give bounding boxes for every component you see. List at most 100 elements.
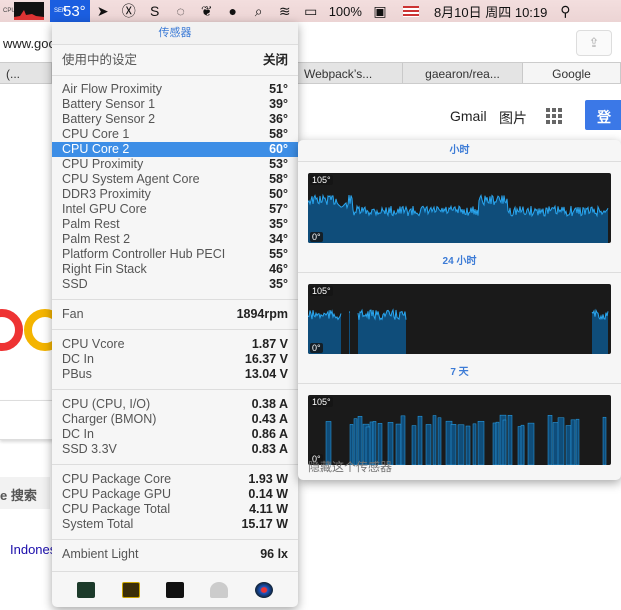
sensor-name: SSD xyxy=(62,277,88,291)
sensor-value: 0.86 A xyxy=(251,427,288,441)
search-box[interactable] xyxy=(0,400,60,440)
sensor-row[interactable]: Palm Rest 2 34° xyxy=(52,232,298,247)
sensor-value: 1.93 W xyxy=(248,472,288,486)
battery-icon[interactable]: ▣ xyxy=(372,3,388,19)
sensor-row[interactable]: CPU Proximity 53° xyxy=(52,157,298,172)
chat-icon[interactable]: ◌ xyxy=(173,3,189,19)
sensor-row[interactable]: SSD 35° xyxy=(52,277,298,292)
sensor-value: 0.43 A xyxy=(251,412,288,426)
sensor-name: Fan xyxy=(62,307,84,321)
hide-sensor-button[interactable]: 隐藏这个传感器 xyxy=(308,458,392,475)
wifi-icon[interactable]: ≋ xyxy=(277,3,293,19)
airplay-icon[interactable]: ▭ xyxy=(303,3,319,19)
sensor-row[interactable]: Battery Sensor 2 36° xyxy=(52,112,298,127)
language-link[interactable]: Indones xyxy=(10,542,56,557)
sensor-row[interactable]: System Total 15.17 W xyxy=(52,517,298,532)
login-button[interactable]: 登录 xyxy=(585,100,621,145)
graph-bar xyxy=(450,424,457,465)
tab[interactable]: Webpack’s... xyxy=(298,63,403,83)
arrow-icon[interactable]: ➤ xyxy=(95,3,111,19)
sensor-row[interactable]: Right Fin Stack 46° xyxy=(52,262,298,277)
search-doc-icon[interactable]: ⌕ xyxy=(251,3,267,19)
sensor-row[interactable]: DC In 16.37 V xyxy=(52,352,298,367)
graph-bar xyxy=(495,421,500,465)
sensor-row[interactable]: DDR3 Proximity 50° xyxy=(52,187,298,202)
graph-bar xyxy=(492,422,497,465)
graph-bar xyxy=(411,425,417,465)
sensor-row[interactable]: CPU System Agent Core 58° xyxy=(52,172,298,187)
tab-active[interactable]: Google xyxy=(523,63,621,83)
temperature-graph: 105° 0° xyxy=(308,173,611,243)
sensor-row[interactable]: CPU Package Total 4.11 W xyxy=(52,502,298,517)
activity-monitor-icon[interactable] xyxy=(77,581,96,598)
sensor-row[interactable]: Fan 1894rpm xyxy=(52,307,298,322)
graph-bar xyxy=(502,419,507,465)
sensor-row[interactable]: CPU Package Core 1.93 W xyxy=(52,472,298,487)
gmail-link[interactable]: Gmail xyxy=(450,108,487,124)
flag-us-icon[interactable] xyxy=(402,5,419,17)
graph-title: 7 天 xyxy=(298,362,621,384)
google-logo xyxy=(0,309,60,351)
footer-toolbar xyxy=(52,571,298,607)
sensor-row[interactable]: Platform Controller Hub PECI 55° xyxy=(52,247,298,262)
sensor-row[interactable]: DC In 0.86 A xyxy=(52,427,298,442)
sensor-row[interactable]: Air Flow Proximity 51° xyxy=(52,82,298,97)
sensor-row[interactable]: SSD 3.3V 0.83 A xyxy=(52,442,298,457)
terminal-icon[interactable] xyxy=(165,581,184,598)
spotlight-icon[interactable]: ⚲ xyxy=(557,3,573,19)
sensor-row[interactable]: Battery Sensor 1 39° xyxy=(52,97,298,112)
sensor-name: Battery Sensor 2 xyxy=(62,112,156,126)
s-icon[interactable]: S xyxy=(147,3,163,19)
graph-bar xyxy=(575,418,580,465)
light-list: Ambient Light 96 lx xyxy=(52,547,298,562)
graph-max-label: 105° xyxy=(310,175,333,185)
sensor-name: CPU (CPU, I/O) xyxy=(62,397,151,411)
cpu-graph[interactable] xyxy=(14,2,44,20)
sensor-row[interactable]: CPU Package GPU 0.14 W xyxy=(52,487,298,502)
sensor-row[interactable]: Charger (BMON) 0.43 A xyxy=(52,412,298,427)
graph-area xyxy=(308,195,608,243)
sensor-row[interactable]: Palm Rest 35° xyxy=(52,217,298,232)
graph-bar xyxy=(425,424,432,465)
graph-svg xyxy=(308,308,609,354)
sensor-row[interactable]: CPU Core 1 58° xyxy=(52,127,298,142)
sensor-value: 16.37 V xyxy=(244,352,288,366)
wrench-icon[interactable]: Ⓧ xyxy=(121,3,137,19)
sensor-row[interactable]: CPU Vcore 1.87 V xyxy=(52,337,298,352)
sensor-name: DC In xyxy=(62,427,94,441)
sensor-value: 39° xyxy=(269,97,288,111)
sensor-menu-item[interactable]: SEN 53° xyxy=(50,0,90,22)
sensor-value: 0.14 W xyxy=(248,487,288,501)
tab[interactable]: (... xyxy=(0,63,52,83)
sensor-name: Air Flow Proximity xyxy=(62,82,163,96)
sensor-row[interactable]: CPU Core 2 60° xyxy=(52,142,298,157)
battery-percent[interactable]: 100% xyxy=(324,0,367,22)
istat-icon[interactable] xyxy=(254,581,273,598)
clock[interactable]: 8月10日 周四 10:19 xyxy=(429,0,552,22)
sensor-row[interactable]: CPU (CPU, I/O) 0.38 A xyxy=(52,397,298,412)
evernote-icon[interactable]: ❦ xyxy=(199,3,215,19)
sensor-name: CPU Package GPU xyxy=(62,487,172,501)
sensor-value: 57° xyxy=(269,202,288,216)
graph-bar xyxy=(477,420,485,465)
setting-row[interactable]: 使用中的设定 关闭 xyxy=(52,50,298,70)
sensor-value: 35° xyxy=(269,217,288,231)
console-icon[interactable] xyxy=(121,581,140,598)
search-button[interactable]: e 搜索 xyxy=(0,477,50,509)
disk-utility-icon[interactable] xyxy=(210,581,229,598)
sensor-row[interactable]: PBus 13.04 V xyxy=(52,367,298,382)
graph-section: 7 天 105° 0° xyxy=(298,362,621,465)
graph-bar xyxy=(437,417,442,465)
sensor-value: 0.38 A xyxy=(251,397,288,411)
tab[interactable]: gaearon/rea... xyxy=(403,63,523,83)
sensor-row[interactable]: Ambient Light 96 lx xyxy=(52,547,298,562)
images-link[interactable]: 图片 xyxy=(499,108,527,128)
sensor-name: DC In xyxy=(62,352,94,366)
graph-title: 小时 xyxy=(298,140,621,162)
voltage-list: CPU Vcore 1.87 V DC In 16.37 V PBus 13.04 V xyxy=(52,337,298,382)
sensor-row[interactable]: Intel GPU Core 57° xyxy=(52,202,298,217)
graph-min-label: 0° xyxy=(310,232,323,242)
wechat-icon[interactable]: ● xyxy=(225,3,241,19)
apps-grid-icon[interactable] xyxy=(546,108,562,124)
share-button[interactable]: ⇪ xyxy=(576,30,612,56)
